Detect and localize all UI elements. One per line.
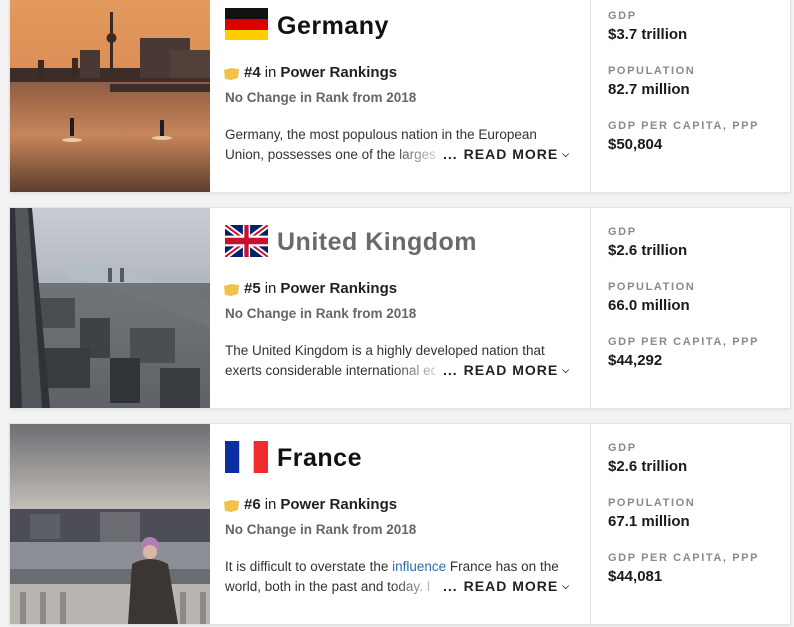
united-kingdom-stats: GDP $2.6 trillion POPULATION 66.0 millio… [590, 208, 790, 408]
read-more-label: READ MORE [463, 146, 559, 162]
power-rankings-link[interactable]: Power Rankings [280, 496, 397, 513]
rank-in: in [264, 64, 277, 81]
germany-stats: GDP $3.7 trillion POPULATION 82.7 millio… [590, 0, 790, 192]
medal-icon [223, 67, 240, 80]
rank-change: No Change in Rank from 2018 [225, 522, 417, 537]
united-kingdom-photo [10, 208, 210, 408]
flag-uk-icon [225, 225, 268, 257]
gdp-per-capita-label: GDP PER CAPITA, PPP [608, 120, 760, 132]
country-name[interactable]: Germany [277, 12, 389, 41]
chevron-down-icon: ⌵ [562, 149, 571, 159]
desc-line-1-start: It is difficult to overstate the [225, 559, 393, 574]
rank-number: #5 [244, 280, 261, 297]
ellipsis: ... [443, 362, 458, 378]
read-more-label: READ MORE [463, 362, 559, 378]
rank-number: #4 [244, 64, 261, 81]
gdp-label: GDP [608, 10, 637, 22]
read-more-button[interactable]: ... READ MORE ⌵ [443, 146, 570, 162]
chevron-down-icon: ⌵ [562, 581, 571, 591]
france-stats: GDP $2.6 trillion POPULATION 67.1 millio… [590, 424, 790, 624]
gdp-value: $2.6 trillion [608, 242, 688, 259]
flag-germany-icon [225, 8, 268, 40]
rank-number: #6 [244, 496, 261, 513]
desc-line-1: Germany, the most populous nation in the… [225, 127, 537, 142]
rank-in: in [264, 280, 277, 297]
gdp-label: GDP [608, 442, 637, 454]
rank-in: in [264, 496, 277, 513]
country-card-germany: Germany #4 in Power Rankings No Change i… [10, 0, 790, 192]
gdp-per-capita-value: $50,804 [608, 136, 663, 153]
read-more-label: READ MORE [463, 578, 559, 594]
rank-row: #4 in Power Rankings [223, 64, 397, 81]
population-label: POPULATION [608, 281, 696, 293]
chevron-down-icon: ⌵ [562, 365, 571, 375]
united-kingdom-info: United Kingdom #5 in Power Rankings No C… [210, 208, 590, 408]
ellipsis: ... [443, 146, 458, 162]
population-label: POPULATION [608, 497, 696, 509]
population-value: 67.1 million [608, 513, 690, 530]
rank-row: #6 in Power Rankings [223, 496, 397, 513]
gdp-value: $2.6 trillion [608, 458, 688, 475]
country-card-united-kingdom: United Kingdom #5 in Power Rankings No C… [10, 208, 790, 408]
gdp-per-capita-label: GDP PER CAPITA, PPP [608, 336, 760, 348]
desc-line-1-end: France has on the [446, 559, 559, 574]
gdp-value: $3.7 trillion [608, 26, 688, 43]
flag-france-icon [225, 441, 268, 473]
country-card-france: France #6 in Power Rankings No Change in… [10, 424, 790, 624]
france-info: France #6 in Power Rankings No Change in… [210, 424, 590, 624]
influence-link[interactable]: influence [392, 559, 446, 574]
medal-icon [223, 283, 240, 296]
france-photo [10, 424, 210, 624]
germany-photo [10, 0, 210, 192]
gdp-per-capita-value: $44,081 [608, 568, 663, 585]
country-name[interactable]: France [277, 444, 362, 473]
rank-change: No Change in Rank from 2018 [225, 306, 417, 321]
ellipsis: ... [443, 578, 458, 594]
germany-info: Germany #4 in Power Rankings No Change i… [210, 0, 590, 192]
country-name[interactable]: United Kingdom [277, 228, 477, 257]
gdp-label: GDP [608, 226, 637, 238]
gdp-per-capita-value: $44,292 [608, 352, 663, 369]
read-more-button[interactable]: ... READ MORE ⌵ [443, 578, 570, 594]
power-rankings-link[interactable]: Power Rankings [280, 64, 397, 81]
gdp-per-capita-label: GDP PER CAPITA, PPP [608, 552, 760, 564]
desc-line-1: The United Kingdom is a highly developed… [225, 343, 545, 358]
medal-icon [223, 499, 240, 512]
power-rankings-link[interactable]: Power Rankings [280, 280, 397, 297]
rank-row: #5 in Power Rankings [223, 280, 397, 297]
population-value: 66.0 million [608, 297, 690, 314]
population-label: POPULATION [608, 65, 696, 77]
population-value: 82.7 million [608, 81, 690, 98]
read-more-button[interactable]: ... READ MORE ⌵ [443, 362, 570, 378]
rank-change: No Change in Rank from 2018 [225, 90, 417, 105]
